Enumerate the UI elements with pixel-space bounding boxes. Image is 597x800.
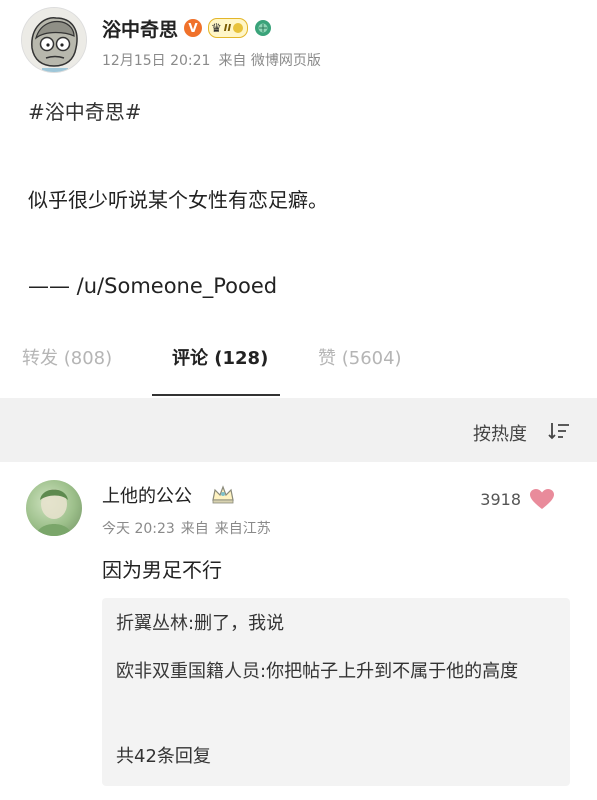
level-number: II [223, 22, 232, 34]
tab-comments[interactable]: 评论 (128) [172, 344, 268, 370]
commenter-avatar[interactable] [26, 480, 82, 536]
reply-author[interactable]: 折翼丛林 [116, 613, 188, 634]
level-badge-tail [233, 23, 244, 33]
comment-from: 来自 [180, 521, 209, 537]
tab-likes[interactable]: 赞 (5604) [318, 344, 402, 370]
heart-icon [530, 489, 554, 509]
sort-by-hotness-button[interactable]: 按热度 [473, 420, 527, 446]
commenter-row: 上他的公公 [102, 482, 236, 508]
post-source: 来自 微博网页版 [218, 53, 321, 69]
comment-like-count: 3918 [480, 489, 521, 509]
author-name[interactable]: 浴中奇思 [102, 15, 178, 42]
verified-globe-icon [255, 20, 272, 36]
level-crown-icon: ♛ [211, 21, 222, 35]
reply-item[interactable]: 折翼丛林:删了，我说 [116, 608, 556, 640]
author-avatar[interactable] [22, 8, 86, 72]
cartoon-avatar-icon [22, 8, 86, 72]
comment-text: 因为男足不行 [102, 558, 222, 582]
comment-like-button[interactable]: 3918 [480, 488, 555, 510]
topic-hashtag[interactable]: #浴中奇思# [28, 96, 142, 125]
comment-time: 今天 20:23 [102, 521, 175, 537]
reply-item[interactable]: 欧非双重国籍人员:你把帖子上升到不属于他的高度 [116, 656, 556, 688]
reply-author[interactable]: 欧非双重国籍人员 [116, 661, 260, 682]
vip-v-icon: V [184, 19, 203, 37]
sort-bar: 按热度 [0, 398, 597, 462]
crown-badge-icon [212, 485, 234, 504]
post-header: 浴中奇思 V ♛ II 12月15日 20:21 来自 微博网页版 [0, 0, 597, 80]
tab-repost[interactable]: 转发 (808) [22, 344, 112, 370]
level-badge[interactable]: ♛ II [208, 18, 249, 38]
comment-meta: 今天 20:23 来自 来自江苏 [102, 518, 271, 538]
comment-item: 上他的公公 今天 20:23 来自 来自江苏 3918 因为男足不行 折翼丛林:… [0, 462, 597, 800]
reply-text: 删了，我说 [194, 613, 285, 634]
post-attribution: —— /u/Someone_Pooed [28, 274, 278, 298]
post-tabs: 转发 (808) 评论 (128) 赞 (5604) [0, 328, 597, 396]
view-all-replies-link[interactable]: 共42条回复 [116, 742, 211, 768]
reply-box[interactable]: 折翼丛林:删了，我说 欧非双重国籍人员:你把帖子上升到不属于他的高度 共42条回… [102, 598, 570, 786]
active-tab-indicator [152, 394, 280, 396]
reply-text: 你把帖子上升到不属于他的高度 [266, 661, 519, 682]
commenter-avatar-image [36, 489, 72, 536]
post-text: 似乎很少听说某个女性有恋足癖。 [28, 188, 328, 212]
post-time: 12月15日 20:21 [102, 53, 211, 69]
commenter-name[interactable]: 上他的公公 [102, 482, 192, 508]
post-meta: 12月15日 20:21 来自 微博网页版 [102, 50, 321, 70]
comment-location: 来自江苏 [214, 521, 271, 537]
author-row: 浴中奇思 V ♛ II [102, 14, 272, 42]
sort-icon[interactable] [547, 420, 571, 442]
